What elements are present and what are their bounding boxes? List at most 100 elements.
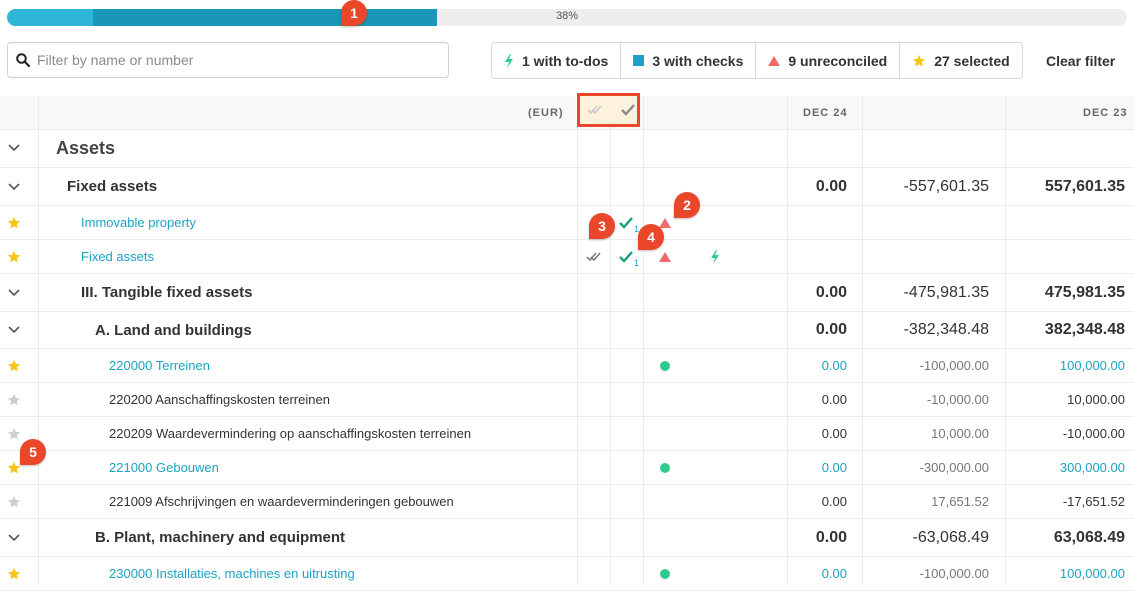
star-toggle[interactable]: [6, 557, 22, 590]
square-icon: [633, 55, 645, 66]
expand-toggle[interactable]: [6, 312, 22, 348]
amount-v1[interactable]: 0.00: [822, 451, 847, 484]
expand-toggle[interactable]: [6, 168, 22, 205]
double-check-icon: [586, 252, 601, 261]
star-icon[interactable]: [7, 359, 21, 373]
account-link[interactable]: 230000 Installaties, machines en uitrust…: [109, 557, 355, 590]
bolt-icon: [711, 249, 719, 264]
amount-v2: -475,981.35: [903, 283, 989, 301]
amount-v1[interactable]: 0.00: [822, 349, 847, 382]
star-toggle[interactable]: [6, 485, 22, 518]
amount-v3[interactable]: 300,000.00: [1060, 451, 1125, 484]
todo-mark[interactable]: [710, 240, 720, 273]
star-icon[interactable]: [7, 427, 21, 441]
chevron-down-icon[interactable]: [8, 533, 20, 542]
filter-unreconciled-label: 9 unreconciled: [788, 52, 888, 69]
star-icon[interactable]: [7, 250, 21, 264]
amount-v1: 0.00: [821, 426, 847, 441]
status-dot: [660, 462, 670, 473]
account-name: III. Tangible fixed assets: [81, 284, 253, 301]
account-name: Assets: [56, 137, 116, 158]
amount-v1: 0.00: [821, 494, 847, 509]
amount-v2: -382,348.48: [903, 321, 989, 338]
bolt-icon: [505, 53, 513, 68]
filter-checks-button[interactable]: 3 with checks: [620, 43, 755, 78]
status-dot: [660, 360, 670, 371]
expand-toggle[interactable]: [6, 274, 22, 311]
account-name: A. Land and buildings: [95, 321, 252, 339]
check-columns-highlight: [577, 93, 640, 127]
filter-todos-label: 1 with to-dos: [522, 52, 609, 69]
status-dot-cell[interactable]: [660, 349, 670, 382]
chevron-down-icon[interactable]: [8, 182, 20, 191]
amount-v3[interactable]: 100,000.00: [1060, 349, 1125, 382]
callout-marker-1: 1: [341, 0, 367, 26]
filter-selected-label: 27 selected: [934, 52, 1010, 69]
table-row: 221000 Gebouwen 0.00 -300,000.00 300,000.00: [0, 451, 1134, 485]
star-toggle[interactable]: [6, 206, 22, 239]
chevron-down-icon[interactable]: [8, 288, 20, 297]
amount-v2[interactable]: -300,000.00: [920, 451, 989, 484]
amount-v2: -63,068.49: [912, 528, 989, 546]
status-dot: [660, 568, 670, 579]
account-name: 220200 Aanschaffingskosten terreinen: [109, 392, 330, 407]
star-icon[interactable]: [7, 393, 21, 407]
table-row: Immovable property 1: [0, 206, 1134, 240]
amount-v2[interactable]: -100,000.00: [920, 349, 989, 382]
table-row: 221009 Afschrijvingen en waardeverminder…: [0, 485, 1134, 519]
status-dot-cell[interactable]: [660, 451, 670, 484]
star-toggle[interactable]: [6, 349, 22, 382]
filter-unreconciled-button[interactable]: 9 unreconciled: [755, 43, 899, 78]
table-row: Fixed assets 1: [0, 240, 1134, 274]
search-input[interactable]: [35, 51, 439, 69]
column-header-dec23: DEC 23: [1083, 107, 1128, 119]
star-toggle[interactable]: [6, 240, 22, 273]
currency-label: (EUR): [528, 107, 564, 119]
expand-toggle[interactable]: [6, 519, 22, 556]
amount-v3[interactable]: 100,000.00: [1060, 557, 1125, 590]
amount-v3: -17,651.52: [1062, 494, 1125, 509]
account-link[interactable]: Immovable property: [81, 206, 196, 239]
star-icon[interactable]: [7, 216, 21, 230]
expand-toggle[interactable]: [6, 129, 22, 167]
amount-v1[interactable]: 0.00: [822, 557, 847, 590]
star-icon: [913, 54, 926, 66]
review-mark[interactable]: [586, 240, 602, 273]
chevron-down-icon[interactable]: [8, 326, 20, 334]
check-mark[interactable]: 1: [619, 206, 639, 239]
amount-v3: 557,601.35: [1044, 177, 1125, 195]
star-toggle[interactable]: [6, 383, 22, 416]
account-link[interactable]: 221000 Gebouwen: [109, 451, 219, 484]
check-header-icon[interactable]: [620, 103, 636, 117]
table-row: 220209 Waardevermindering op aanschaffin…: [0, 417, 1134, 451]
star-toggle[interactable]: [6, 417, 22, 450]
filter-todos-button[interactable]: 1 with to-dos: [492, 43, 620, 78]
progress-label: 38%: [555, 10, 579, 22]
double-check-header-icon[interactable]: [587, 103, 603, 117]
chevron-down-icon[interactable]: [8, 144, 20, 152]
check-icon: [619, 250, 633, 263]
account-link[interactable]: 220000 Terreinen: [109, 349, 210, 382]
account-link[interactable]: Fixed assets: [81, 240, 154, 273]
table-row: 220000 Terreinen 0.00 -100,000.00 100,000.0…: [0, 349, 1134, 383]
amount-v2[interactable]: -100,000.00: [920, 557, 989, 590]
amount-v3: 10,000.00: [1067, 392, 1125, 407]
star-icon[interactable]: [7, 567, 21, 581]
callout-marker-2: 2: [674, 192, 700, 218]
check-mark[interactable]: 1: [619, 240, 639, 273]
amount-v2: -557,601.35: [903, 177, 989, 195]
filter-selected-button[interactable]: 27 selected: [899, 43, 1022, 78]
clear-filter-button[interactable]: Clear filter: [1046, 53, 1115, 69]
table-row: Fixed assets 0.00 -557,601.35 557,601.35: [0, 168, 1134, 206]
triangle-icon: [659, 251, 671, 262]
search-field[interactable]: [7, 42, 449, 78]
amount-v3: 382,348.48: [1044, 321, 1125, 338]
table-row: III. Tangible fixed assets 0.00 -475,981.3…: [0, 274, 1134, 312]
star-icon[interactable]: [7, 461, 21, 475]
status-dot-cell[interactable]: [660, 557, 670, 590]
callout-marker-5: 5: [20, 439, 46, 465]
table-row: 220200 Aanschaffingskosten terreinen 0.00…: [0, 383, 1134, 417]
star-icon[interactable]: [7, 495, 21, 509]
account-name: 221009 Afschrijvingen en waardeverminder…: [109, 494, 454, 509]
amount-v1: 0.00: [815, 177, 847, 195]
